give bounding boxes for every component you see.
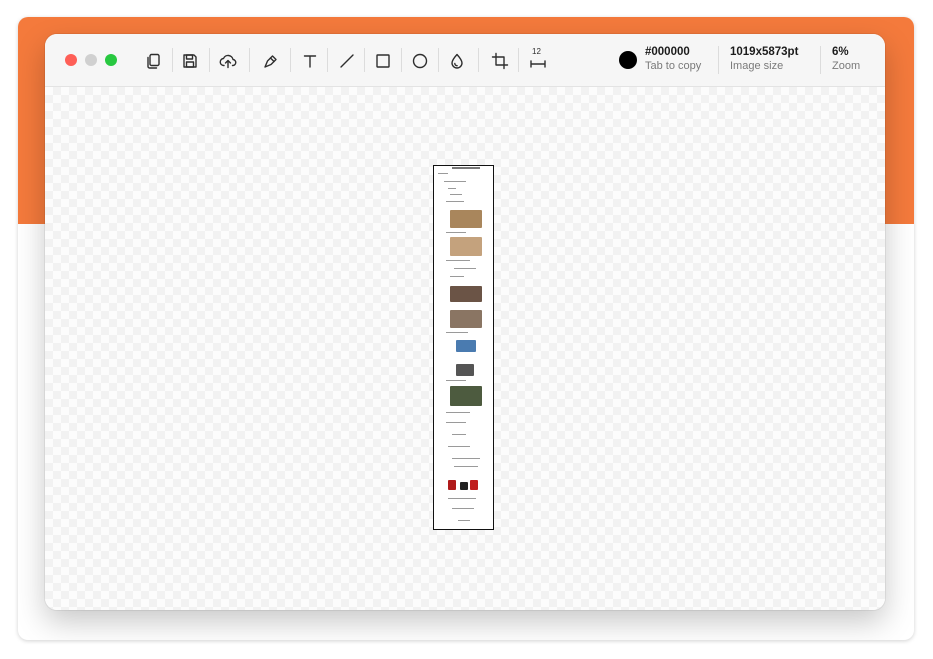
preview-text-line [448, 446, 470, 447]
toolbar-separator [438, 48, 439, 72]
preview-text-line [458, 520, 470, 521]
preview-photo [456, 340, 476, 352]
preview-photo [448, 480, 456, 490]
preview-text-line [452, 434, 466, 435]
ellipse-icon[interactable] [410, 51, 430, 71]
measure-badge: 12 [532, 47, 541, 56]
preview-text-line [448, 498, 476, 499]
toolbar-separator [518, 48, 519, 72]
color-hex-value: #000000 [645, 46, 690, 58]
preview-text-line [446, 260, 470, 261]
preview-text-line [446, 380, 466, 381]
transparent-canvas[interactable] [45, 87, 885, 610]
preview-text-line [448, 188, 456, 189]
preview-photo [470, 480, 478, 490]
preview-text-line [450, 194, 462, 195]
preview-photo [450, 310, 482, 328]
window-maximize-button[interactable] [105, 54, 117, 66]
preview-text-line [454, 268, 476, 269]
screenshot-editor-window: 12 #000000 Tab to copy 1019x5873pt Image… [45, 34, 885, 610]
toolbar-separator [249, 48, 250, 72]
preview-text-line [452, 508, 474, 509]
preview-photo [450, 237, 482, 256]
preview-text-line [438, 173, 448, 174]
toolbar-separator [209, 48, 210, 72]
toolbar-separator [290, 48, 291, 72]
preview-photo [456, 364, 474, 376]
rectangle-icon[interactable] [373, 51, 393, 71]
toolbar-separator [364, 48, 365, 72]
info-divider [718, 46, 719, 74]
preview-text-line [446, 412, 470, 413]
preview-text-line [446, 232, 466, 233]
preview-text-line [446, 422, 466, 423]
zoom-value: 6% [832, 46, 849, 58]
toolbar-separator [327, 48, 328, 72]
save-icon[interactable] [180, 51, 200, 71]
blur-drop-icon[interactable] [447, 51, 467, 71]
toolbar: 12 #000000 Tab to copy 1019x5873pt Image… [45, 34, 885, 87]
toolbar-separator [401, 48, 402, 72]
toolbar-separator [172, 48, 173, 72]
copy-icon[interactable] [143, 51, 163, 71]
preview-text-line [446, 332, 468, 333]
pen-icon[interactable] [261, 51, 281, 71]
line-icon[interactable] [337, 51, 357, 71]
app-background-card: 12 #000000 Tab to copy 1019x5873pt Image… [18, 17, 914, 640]
window-minimize-button[interactable] [85, 54, 97, 66]
preview-header-bar [452, 167, 480, 169]
window-close-button[interactable] [65, 54, 77, 66]
image-size-value: 1019x5873pt [730, 46, 799, 58]
preview-text-line [454, 466, 478, 467]
text-icon[interactable] [300, 51, 320, 71]
preview-text-line [444, 181, 466, 182]
upload-cloud-icon[interactable] [218, 51, 238, 71]
measure-icon[interactable]: 12 [528, 47, 548, 71]
toolbar-separator [478, 48, 479, 72]
preview-photo [450, 286, 482, 302]
preview-photo [450, 210, 482, 228]
screenshot-preview[interactable] [433, 165, 494, 530]
preview-text-line [450, 276, 464, 277]
crop-icon[interactable] [490, 51, 510, 71]
preview-photo [460, 482, 468, 490]
zoom-caption: Zoom [832, 60, 861, 72]
color-caption: Tab to copy [645, 60, 702, 72]
image-size-caption: Image size [730, 60, 784, 72]
preview-text-line [452, 458, 480, 459]
color-swatch[interactable] [619, 51, 637, 69]
preview-photo [450, 386, 482, 406]
info-divider [820, 46, 821, 74]
preview-text-line [446, 201, 464, 202]
